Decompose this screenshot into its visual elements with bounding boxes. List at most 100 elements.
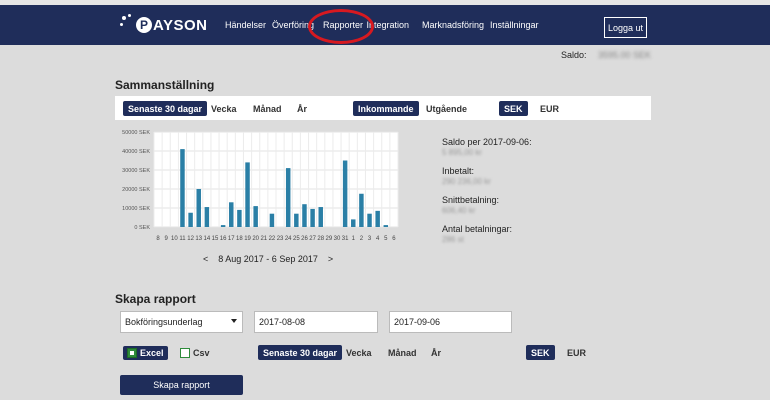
csv-label: Csv (193, 348, 210, 358)
report-type-value: Bokföringsunderlag (125, 317, 203, 327)
summary-title: Sammanställning (115, 78, 215, 92)
x-tick-label: 3 (368, 236, 372, 242)
y-tick-label: 50000 SEK (122, 130, 150, 136)
stat-average-label: Snittbetalning: (442, 195, 500, 205)
bar-25[interactable] (294, 213, 299, 227)
balance-label: Saldo: (561, 50, 587, 60)
x-tick-label: 23 (277, 236, 284, 242)
y-tick-label: 30000 SEK (122, 168, 150, 174)
to-date-input[interactable]: 2017-09-06 (389, 311, 512, 333)
report-period-last-30-days[interactable]: Senaste 30 dagar (258, 345, 343, 360)
currency-eur[interactable]: EUR (535, 101, 564, 116)
x-tick-label: 13 (195, 236, 202, 242)
bar-1[interactable] (351, 219, 356, 227)
report-currency-sek[interactable]: SEK (526, 345, 555, 360)
x-tick-label: 12 (187, 236, 194, 242)
x-tick-label: 16 (220, 236, 227, 242)
period-year[interactable]: År (292, 101, 312, 116)
report-type-select[interactable]: Bokföringsunderlag (120, 311, 243, 333)
stat-average-value: 606,40 kr (442, 206, 476, 215)
bar-18[interactable] (237, 209, 242, 227)
bar-28[interactable] (318, 207, 323, 227)
export-csv-button[interactable]: Csv (176, 346, 214, 360)
top-navbar: P AYSON Händelser Överföring Rapporter I… (0, 5, 770, 45)
bar-22[interactable] (269, 213, 275, 227)
report-period-week[interactable]: Vecka (341, 345, 377, 360)
bar-24[interactable] (285, 168, 291, 227)
from-date-value: 2017-08-08 (259, 317, 306, 327)
stat-count-value: 286 st (442, 235, 464, 244)
nav-item-installningar[interactable]: Inställningar (490, 20, 539, 30)
range-label: 8 Aug 2017 - 6 Sep 2017 (218, 254, 318, 264)
report-period-month[interactable]: Månad (383, 345, 422, 360)
x-tick-label: 30 (334, 236, 341, 242)
stat-count-label: Antal betalningar: (442, 224, 513, 234)
create-report-button[interactable]: Skapa rapport (120, 375, 243, 395)
y-tick-label: 20000 SEK (122, 187, 150, 193)
bar-13[interactable] (196, 189, 201, 227)
bar-3[interactable] (367, 213, 372, 227)
logout-button[interactable]: Logga ut (604, 17, 647, 38)
x-tick-label: 20 (252, 236, 259, 242)
period-last-30-days[interactable]: Senaste 30 dagar (123, 101, 208, 116)
range-prev-icon[interactable]: < (203, 254, 208, 264)
from-date-input[interactable]: 2017-08-08 (254, 311, 378, 333)
y-tick-label: 40000 SEK (122, 149, 150, 155)
x-tick-label: 10 (171, 236, 178, 242)
x-tick-label: 31 (342, 236, 349, 242)
x-tick-label: 1 (352, 236, 356, 242)
bar-11[interactable] (180, 149, 185, 227)
bar-2[interactable] (359, 193, 364, 227)
bar-27[interactable] (310, 208, 315, 227)
chevron-down-icon (231, 319, 237, 323)
currency-sek[interactable]: SEK (499, 101, 528, 116)
x-tick-label: 6 (392, 236, 396, 242)
bar-26[interactable] (302, 204, 307, 227)
x-tick-label: 28 (317, 236, 324, 242)
payson-logo[interactable]: P AYSON (120, 13, 207, 37)
bar-4[interactable] (375, 210, 380, 227)
incoming-bar-chart: 0 SEK 10000 SEK 20000 SEK 30000 SEK 40000 SE… (122, 130, 399, 242)
direction-incoming[interactable]: Inkommande (353, 101, 419, 116)
bar-31[interactable] (342, 160, 348, 228)
bar-16[interactable] (220, 225, 226, 227)
logo-initial: P (136, 17, 152, 33)
nav-item-handelser[interactable]: Händelser (225, 20, 266, 30)
stat-balance-value: 5 895,00 kr (442, 148, 483, 157)
stat-paid-in-label: Inbetalt: (442, 166, 475, 176)
logo-dots-icon (120, 14, 136, 36)
x-tick-label: 15 (212, 236, 219, 242)
stat-paid-in-value: 290 236,00 kr (442, 177, 491, 186)
x-tick-label: 5 (384, 236, 388, 242)
x-tick-label: 27 (309, 236, 316, 242)
summary-filter-bar: Senaste 30 dagar Vecka Månad År Inkomman… (115, 96, 651, 120)
report-currency-eur[interactable]: EUR (562, 345, 591, 360)
x-tick-label: 2 (360, 236, 364, 242)
bar-19[interactable] (245, 162, 250, 227)
bar-5[interactable] (383, 225, 389, 227)
report-period-year[interactable]: År (426, 345, 446, 360)
x-tick-label: 8 (156, 236, 160, 242)
bar-12[interactable] (188, 212, 193, 227)
logo-wordmark: AYSON (153, 16, 208, 34)
x-tick-label: 9 (165, 236, 169, 242)
direction-outgoing[interactable]: Utgående (421, 101, 472, 116)
rapporter-highlight-ring (308, 9, 374, 44)
x-tick-label: 11 (179, 236, 186, 242)
report-title: Skapa rapport (115, 292, 196, 306)
x-tick-label: 14 (204, 236, 211, 242)
export-excel-button[interactable]: Excel (123, 346, 168, 360)
bar-14[interactable] (204, 207, 210, 227)
period-month[interactable]: Månad (248, 101, 287, 116)
x-tick-label: 29 (326, 236, 333, 242)
x-tick-label: 26 (301, 236, 308, 242)
x-tick-label: 25 (293, 236, 300, 242)
bar-17[interactable] (229, 202, 234, 227)
range-next-icon[interactable]: > (328, 254, 333, 264)
bar-20[interactable] (253, 206, 258, 227)
x-tick-label: 18 (236, 236, 243, 242)
x-tick-label: 21 (260, 236, 267, 242)
period-week[interactable]: Vecka (206, 101, 242, 116)
excel-label: Excel (140, 348, 164, 358)
nav-item-marknadsforing[interactable]: Marknadsföring (422, 20, 484, 30)
